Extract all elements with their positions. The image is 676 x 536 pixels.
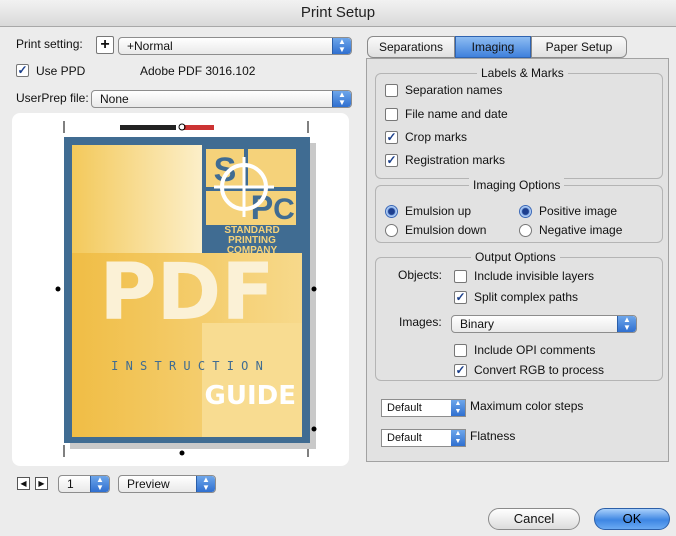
split-paths-checkbox[interactable]: ✓	[454, 291, 467, 304]
separation-names-checkbox[interactable]	[385, 84, 398, 97]
max-color-steps-popup[interactable]: Default ▲ ▼	[381, 399, 466, 417]
images-label: Images:	[399, 315, 442, 329]
convert-rgb-checkbox[interactable]: ✓	[454, 364, 467, 377]
yellow-panel	[72, 145, 202, 253]
instruction-text: I N S T R U C T I O N	[111, 359, 263, 373]
popup-arrows-icon: ▲ ▼	[617, 316, 636, 332]
print-setting-popup[interactable]: +Normal ▲ ▼	[118, 37, 352, 55]
print-setup-window: Print Setup Print setting: + +Normal ▲ ▼ …	[0, 0, 676, 536]
positive-image-radio[interactable]	[519, 205, 532, 218]
userprep-label: UserPrep file:	[16, 91, 89, 105]
ppd-name: Adobe PDF 3016.102	[140, 64, 256, 78]
big-title: PDF	[99, 248, 274, 338]
preview-mode-value: Preview	[127, 477, 170, 491]
triangle-left-icon[interactable]: ◀	[17, 477, 30, 490]
gray-bar	[120, 125, 176, 130]
side-registration-mark	[311, 286, 317, 292]
popup-arrows-icon: ▲ ▼	[90, 476, 109, 492]
imaging-options-title: Imaging Options	[469, 178, 565, 192]
bottom-registration-mark	[179, 450, 185, 456]
popup-arrows-icon: ▲ ▼	[451, 400, 465, 416]
side-registration-mark	[55, 286, 61, 292]
print-setting-label: Print setting:	[16, 37, 83, 51]
preview-mode-popup[interactable]: Preview ▲ ▼	[118, 475, 216, 493]
ok-button[interactable]: OK	[594, 508, 670, 530]
popup-arrows-icon: ▲ ▼	[332, 91, 351, 107]
crop-marks-label: Crop marks	[405, 130, 468, 144]
tab-imaging[interactable]: Imaging	[455, 36, 531, 58]
use-ppd-checkbox[interactable]: ✓	[16, 64, 29, 77]
cancel-button[interactable]: Cancel	[488, 508, 580, 530]
page-number-value: 1	[67, 477, 74, 491]
plus-icon[interactable]: +	[96, 36, 114, 54]
labels-marks-title: Labels & Marks	[477, 66, 568, 80]
popup-arrows-icon: ▲ ▼	[196, 476, 215, 492]
objects-label: Objects:	[398, 268, 443, 282]
images-popup[interactable]: Binary ▲ ▼	[451, 315, 637, 333]
emulsion-up-radio[interactable]	[385, 205, 398, 218]
page-preview: S P C STANDARD PRINTING COMPANY PDF I N …	[12, 113, 349, 466]
guide-text: GUIDE	[205, 381, 296, 411]
file-name-date-checkbox[interactable]	[385, 108, 398, 121]
emulsion-up-label: Emulsion up	[405, 204, 472, 218]
emulsion-down-label: Emulsion down	[405, 223, 487, 237]
flatness-popup[interactable]: Default ▲ ▼	[381, 429, 466, 447]
logo-letter-c: C	[273, 193, 295, 226]
registration-marks-label: Registration marks	[405, 153, 506, 167]
max-color-steps-label: Maximum color steps	[470, 399, 584, 413]
popup-arrows-icon: ▲ ▼	[451, 430, 465, 446]
popup-arrows-icon: ▲ ▼	[332, 38, 351, 54]
registration-marks-checkbox[interactable]: ✓	[385, 154, 398, 167]
negative-image-radio[interactable]	[519, 224, 532, 237]
images-value: Binary	[460, 317, 495, 331]
separation-names-label: Separation names	[405, 83, 503, 97]
userprep-popup[interactable]: None ▲ ▼	[91, 90, 352, 108]
flatness-value: Default	[387, 432, 422, 444]
pale-panel	[202, 323, 302, 437]
positive-image-label: Positive image	[539, 204, 618, 218]
split-paths-label: Split complex paths	[474, 290, 579, 304]
triangle-right-icon[interactable]: ▶	[35, 477, 48, 490]
crop-marks-checkbox[interactable]: ✓	[385, 131, 398, 144]
file-name-date-label: File name and date	[405, 107, 508, 121]
output-options-title: Output Options	[471, 250, 560, 264]
emulsion-down-radio[interactable]	[385, 224, 398, 237]
imaging-panel: Labels & Marks Separation names File nam…	[366, 58, 669, 462]
max-color-steps-value: Default	[387, 402, 422, 414]
negative-image-label: Negative image	[539, 223, 623, 237]
flatness-label: Flatness	[470, 429, 516, 443]
window-title: Print Setup	[0, 0, 676, 27]
side-registration-mark	[311, 426, 317, 432]
include-invisible-label: Include invisible layers	[474, 269, 595, 283]
tab-paper-setup[interactable]: Paper Setup	[531, 36, 627, 58]
page-number-popup[interactable]: 1 ▲ ▼	[58, 475, 110, 493]
include-opi-label: Include OPI comments	[474, 343, 596, 357]
include-invisible-checkbox[interactable]	[454, 270, 467, 283]
use-ppd-label: Use PPD	[36, 64, 86, 78]
convert-rgb-label: Convert RGB to process	[474, 363, 605, 377]
tab-separations[interactable]: Separations	[367, 36, 455, 58]
print-setting-value: +Normal	[127, 39, 173, 53]
color-bar	[184, 125, 214, 130]
preview-graphic: S P C STANDARD PRINTING COMPANY PDF I N …	[55, 121, 317, 457]
include-opi-checkbox[interactable]	[454, 344, 467, 357]
userprep-value: None	[100, 92, 129, 106]
